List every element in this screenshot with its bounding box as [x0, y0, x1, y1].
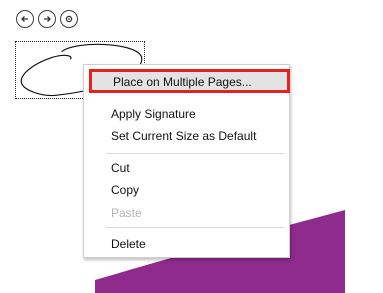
menu-item-copy[interactable]: Copy	[84, 179, 289, 201]
menu-separator	[106, 153, 285, 154]
menu-item-place-on-multiple-pages[interactable]: Place on Multiple Pages...	[89, 69, 290, 93]
menu-separator	[106, 227, 285, 228]
menu-item-set-current-size-default[interactable]: Set Current Size as Default	[84, 125, 289, 147]
arrow-right-circle-icon[interactable]	[38, 10, 56, 28]
menu-item-cut[interactable]: Cut	[84, 157, 289, 179]
menu-item-delete[interactable]: Delete	[84, 233, 289, 255]
settings-circle-icon[interactable]	[60, 10, 78, 28]
signature-toolbar	[16, 6, 78, 32]
arrow-left-circle-icon[interactable]	[16, 10, 34, 28]
menu-item-apply-signature[interactable]: Apply Signature	[84, 103, 289, 125]
context-menu: Place on Multiple Pages... Apply Signatu…	[83, 64, 290, 258]
menu-item-paste: Paste	[111, 206, 142, 220]
